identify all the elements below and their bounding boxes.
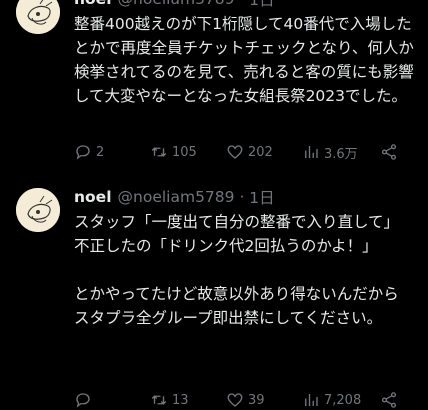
view-count: 3.6万 bbox=[324, 146, 358, 162]
reply-icon bbox=[76, 393, 90, 408]
reply-button[interactable] bbox=[74, 391, 96, 409]
view-count: 7,208 bbox=[324, 392, 362, 408]
avatar[interactable] bbox=[16, 0, 60, 34]
like-count: 202 bbox=[248, 144, 273, 160]
tweet-header: noel @noeliam5789 · 1日 bbox=[74, 186, 275, 208]
action-bar: 2 105 202 3.6万 bbox=[74, 142, 414, 162]
separator: · bbox=[235, 0, 250, 8]
retweet-count: 13 bbox=[172, 392, 189, 408]
share-icon bbox=[381, 392, 397, 408]
analytics-icon bbox=[305, 394, 318, 406]
tweet-text: 整番400越えのが下1桁隠して40番代で入場したとかで再度全員チケットチェックと… bbox=[74, 15, 414, 105]
avatar[interactable] bbox=[16, 188, 60, 232]
share-button[interactable] bbox=[380, 143, 398, 161]
action-bar: 13 39 7,208 bbox=[74, 390, 414, 410]
heart-icon bbox=[227, 145, 243, 159]
timestamp[interactable]: 1日 bbox=[249, 0, 274, 10]
retweet-button[interactable]: 105 bbox=[150, 143, 197, 161]
avatar-drawing-icon bbox=[16, 0, 60, 34]
share-icon bbox=[381, 144, 397, 160]
like-count: 39 bbox=[248, 392, 265, 408]
display-name[interactable]: noel bbox=[74, 188, 112, 206]
handle[interactable]: @noeliam5789 bbox=[118, 0, 235, 8]
tweet-header: noel @noeliam5789 · 1日 bbox=[74, 0, 275, 10]
reply-icon bbox=[76, 145, 90, 160]
views-button[interactable]: 7,208 bbox=[302, 391, 361, 409]
retweet-button[interactable]: 13 bbox=[150, 391, 189, 409]
retweet-icon bbox=[151, 395, 167, 405]
tweet-text: スタッフ「一度出て自分の整番で入り直して」 不正したの「ドリンク代2回払うのかよ… bbox=[74, 213, 400, 327]
heart-icon bbox=[227, 393, 243, 407]
share-button[interactable] bbox=[380, 391, 398, 409]
retweet-icon bbox=[151, 147, 167, 157]
display-name[interactable]: noel bbox=[74, 0, 112, 8]
retweet-count: 105 bbox=[172, 144, 197, 160]
analytics-icon bbox=[305, 146, 318, 158]
separator: · bbox=[234, 188, 250, 206]
handle[interactable]: @noeliam5789 bbox=[118, 188, 235, 206]
like-button[interactable]: 202 bbox=[226, 143, 273, 161]
reply-count: 2 bbox=[96, 144, 105, 160]
like-button[interactable]: 39 bbox=[226, 391, 265, 409]
avatar-drawing-icon bbox=[16, 188, 60, 232]
views-button[interactable]: 3.6万 bbox=[302, 143, 358, 162]
timestamp[interactable]: 1日 bbox=[249, 186, 274, 208]
reply-button[interactable]: 2 bbox=[74, 143, 104, 161]
